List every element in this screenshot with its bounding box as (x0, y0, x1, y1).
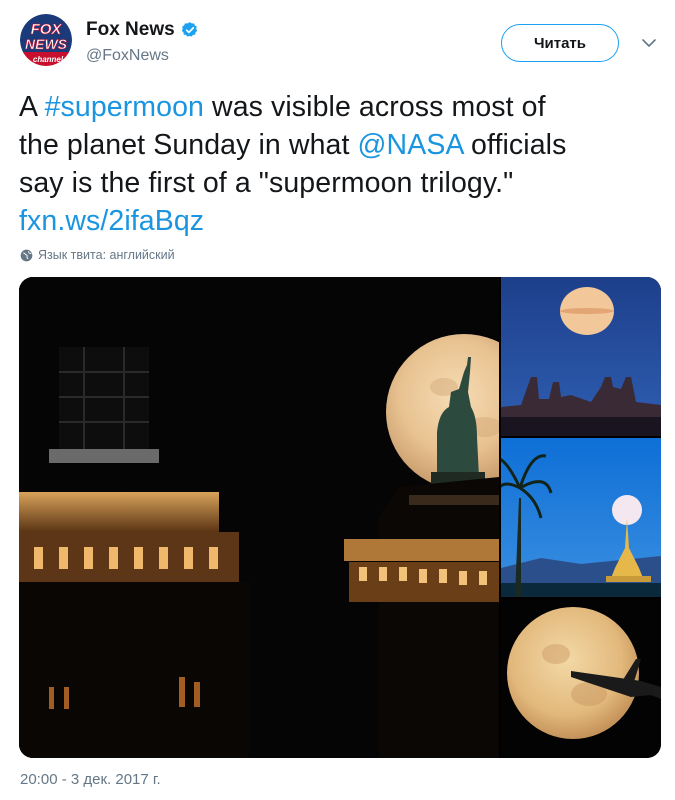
language-note-text: Язык твита: английский (38, 248, 175, 262)
tweet-text-segment: A (19, 91, 45, 123)
photo-moon-over-pagoda[interactable] (501, 438, 661, 597)
author-handle[interactable]: @FoxNews (86, 47, 169, 65)
follow-button[interactable]: Читать (501, 24, 619, 62)
photo-moon-over-abbey[interactable] (501, 277, 661, 436)
author-name-text[interactable]: Fox News (86, 19, 175, 41)
tweet-language-note: Язык твита: английский (20, 248, 175, 262)
svg-text:channel: channel (33, 55, 64, 64)
tweet-text-line: fxn.ws/2ifaBqz (19, 202, 659, 240)
tweet-text-segment: say is the first of a "supermoon trilogy… (19, 167, 514, 199)
media-grid (19, 277, 661, 758)
tweet-text-line: say is the first of a "supermoon trilogy… (19, 164, 659, 202)
photo-moon-with-airplane[interactable] (501, 599, 661, 758)
avatar[interactable]: FOX NEWS channel (20, 14, 72, 66)
globe-icon (20, 249, 33, 261)
tweet-text: A #supermoon was visible across most of t… (19, 88, 659, 240)
tweet-text-segment: officials (462, 129, 567, 161)
tweet-link[interactable]: @NASA (358, 129, 463, 161)
tweet-link[interactable]: #supermoon (45, 91, 204, 123)
tweet-link[interactable]: fxn.ws/2ifaBqz (19, 205, 204, 237)
fox-news-logo: FOX NEWS channel (20, 14, 72, 66)
tweet-text-line: A #supermoon was visible across most of (19, 88, 659, 126)
author-name[interactable]: Fox News (86, 19, 199, 41)
chevron-down-icon[interactable] (640, 34, 658, 52)
svg-text:NEWS: NEWS (25, 36, 68, 52)
tweet-text-segment: the planet Sunday in what (19, 129, 358, 161)
photo-statue-of-liberty-supermoon[interactable] (19, 277, 499, 758)
verified-badge-icon (181, 22, 197, 37)
tweet-text-line: the planet Sunday in what @NASA official… (19, 126, 659, 164)
tweet-timestamp[interactable]: 20:00 - 3 дек. 2017 г. (20, 771, 161, 788)
tweet-text-segment: was visible across most of (204, 91, 546, 123)
